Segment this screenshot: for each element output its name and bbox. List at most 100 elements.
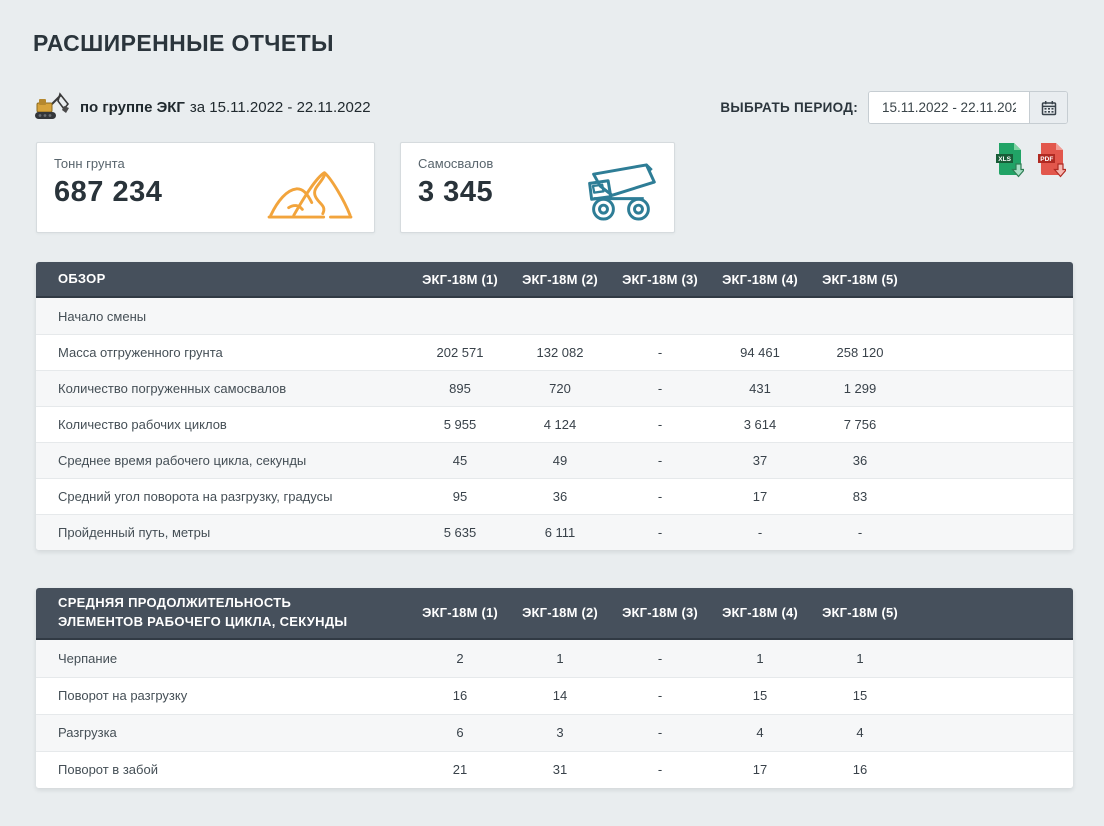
calendar-icon (1041, 100, 1057, 116)
table-row: Среднее время рабочего цикла, секунды454… (36, 442, 1073, 478)
row-label: Поворот в забой (36, 762, 410, 777)
stat-card-tons: Тонн грунта 687 234 (36, 142, 375, 233)
export-pdf-label: PDF (1040, 156, 1053, 163)
cell-value: 15 (810, 688, 910, 703)
column-header: ЭКГ-18М (5) (810, 605, 910, 620)
row-label: Масса отгруженного грунта (36, 345, 410, 360)
subtitle-period: за 15.11.2022 - 22.11.2022 (190, 99, 371, 116)
cell-value: 720 (510, 381, 610, 396)
cell-value: - (610, 651, 710, 666)
cell-value: 1 (710, 651, 810, 666)
dump-truck-icon (580, 157, 660, 223)
cell-value: - (610, 345, 710, 360)
table-row: Черпание21-11 (36, 640, 1073, 677)
column-header: ЭКГ-18М (1) (410, 272, 510, 287)
cell-value: 1 (810, 651, 910, 666)
cell-value: - (610, 453, 710, 468)
column-header: ЭКГ-18М (5) (810, 272, 910, 287)
cell-value: 5 635 (410, 525, 510, 540)
column-header: ЭКГ-18М (3) (610, 272, 710, 287)
table-row: Начало смены (36, 298, 1073, 334)
overview-table: ОБЗОРЭКГ-18М (1)ЭКГ-18М (2)ЭКГ-18М (3)ЭК… (36, 262, 1073, 550)
cell-value: - (610, 417, 710, 432)
cell-value: - (610, 525, 710, 540)
cell-value: 49 (510, 453, 610, 468)
table-title: СРЕДНЯЯ ПРОДОЛЖИТЕЛЬНОСТЬ ЭЛЕМЕНТОВ РАБО… (36, 594, 410, 632)
export-xls-button[interactable]: XLS (996, 142, 1024, 178)
cell-value: 202 571 (410, 345, 510, 360)
cell-value: 132 082 (510, 345, 610, 360)
table-row: Количество погруженных самосвалов895720-… (36, 370, 1073, 406)
extended-reports-page: РАСШИРЕННЫЕ ОТЧЕТЫ по группе ЭКГ за 15.11… (0, 0, 1104, 826)
page-title: РАСШИРЕННЫЕ ОТЧЕТЫ (33, 30, 334, 57)
column-header: ЭКГ-18М (4) (710, 272, 810, 287)
table-row: Поворот на разгрузку1614-1515 (36, 677, 1073, 714)
cell-value: 5 955 (410, 417, 510, 432)
cell-value: 6 111 (510, 525, 610, 540)
cell-value: - (610, 381, 710, 396)
column-header: ЭКГ-18М (4) (710, 605, 810, 620)
cell-value: - (610, 688, 710, 703)
row-label: Средний угол поворота на разгрузку, град… (36, 489, 410, 504)
row-label: Среднее время рабочего цикла, секунды (36, 453, 410, 468)
stat-card-trucks: Самосвалов 3 345 (400, 142, 675, 233)
cell-value: 4 (810, 725, 910, 740)
cell-value: 31 (510, 762, 610, 777)
cell-value: 16 (810, 762, 910, 777)
subtitle-group: по группе ЭКГ (80, 99, 185, 116)
table-row: Пройденный путь, метры5 6356 111--- (36, 514, 1073, 550)
cell-value: 45 (410, 453, 510, 468)
cell-value: 16 (410, 688, 510, 703)
cell-value: 17 (710, 489, 810, 504)
column-header: ЭКГ-18М (1) (410, 605, 510, 620)
cell-value: 3 614 (710, 417, 810, 432)
export-buttons: XLS PDF (996, 142, 1066, 178)
report-subtitle: по группе ЭКГ за 15.11.2022 - 22.11.2022 (33, 92, 371, 122)
period-label: ВЫБРАТЬ ПЕРИОД: (720, 100, 858, 115)
table-row: Разгрузка63-44 (36, 714, 1073, 751)
cell-value: 83 (810, 489, 910, 504)
export-pdf-button[interactable]: PDF (1038, 142, 1066, 178)
table-header-row: ОБЗОРЭКГ-18М (1)ЭКГ-18М (2)ЭКГ-18М (3)ЭК… (36, 262, 1073, 298)
table-row: Масса отгруженного грунта202 571132 082-… (36, 334, 1073, 370)
cell-value: 36 (810, 453, 910, 468)
cell-value: 1 (510, 651, 610, 666)
cell-value: 7 756 (810, 417, 910, 432)
row-label: Разгрузка (36, 725, 410, 740)
cycle-duration-table: СРЕДНЯЯ ПРОДОЛЖИТЕЛЬНОСТЬ ЭЛЕМЕНТОВ РАБО… (36, 588, 1073, 788)
cell-value: 6 (410, 725, 510, 740)
cell-value: 4 (710, 725, 810, 740)
mountain-icon (262, 165, 358, 223)
cell-value: - (610, 725, 710, 740)
calendar-button[interactable] (1029, 92, 1067, 123)
cell-value: 21 (410, 762, 510, 777)
table-header-row: СРЕДНЯЯ ПРОДОЛЖИТЕЛЬНОСТЬ ЭЛЕМЕНТОВ РАБО… (36, 588, 1073, 640)
cell-value: 14 (510, 688, 610, 703)
cell-value: 94 461 (710, 345, 810, 360)
cell-value: 895 (410, 381, 510, 396)
row-label: Поворот на разгрузку (36, 688, 410, 703)
column-header: ЭКГ-18М (2) (510, 272, 610, 287)
column-header: ЭКГ-18М (3) (610, 605, 710, 620)
cell-value: 1 299 (810, 381, 910, 396)
cell-value: 37 (710, 453, 810, 468)
excavator-icon (33, 92, 71, 122)
cell-value: - (710, 525, 810, 540)
row-label: Черпание (36, 651, 410, 666)
cell-value: 2 (410, 651, 510, 666)
cell-value: - (810, 525, 910, 540)
export-xls-label: XLS (998, 156, 1011, 163)
cell-value: 95 (410, 489, 510, 504)
cell-value: 4 124 (510, 417, 610, 432)
column-header: ЭКГ-18М (2) (510, 605, 610, 620)
row-label: Начало смены (36, 309, 410, 324)
cell-value: 431 (710, 381, 810, 396)
row-label: Количество погруженных самосвалов (36, 381, 410, 396)
period-selector: ВЫБРАТЬ ПЕРИОД: (720, 91, 1068, 124)
cell-value: - (610, 762, 710, 777)
cell-value: 15 (710, 688, 810, 703)
cell-value: 258 120 (810, 345, 910, 360)
cell-value: 3 (510, 725, 610, 740)
period-input[interactable] (869, 92, 1029, 123)
cell-value: - (610, 489, 710, 504)
